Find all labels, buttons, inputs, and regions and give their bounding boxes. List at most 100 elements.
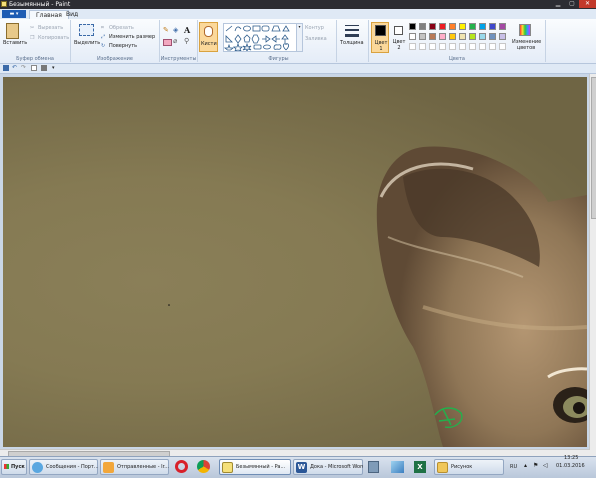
color-swatch[interactable]: [449, 23, 456, 30]
canvas-area[interactable]: [0, 74, 590, 449]
chrome-icon[interactable]: [197, 460, 210, 473]
calculator-icon[interactable]: [368, 461, 379, 473]
windows-logo-icon: [4, 464, 9, 469]
color-swatch[interactable]: [479, 23, 486, 30]
taskbar-item-label: Отправленные - Ir...: [117, 464, 169, 470]
size-button[interactable]: Толщина: [340, 40, 364, 46]
color-swatch[interactable]: [479, 33, 486, 40]
color1-button[interactable]: Цвет 1: [371, 22, 389, 53]
color-swatch[interactable]: [419, 33, 426, 40]
color-swatch[interactable]: [469, 33, 476, 40]
taskbar-item-paint[interactable]: Безымянный - Pa...: [219, 459, 291, 475]
flag-icon[interactable]: ⚑: [533, 462, 538, 469]
crop-icon: ⌗: [101, 25, 104, 31]
print-icon[interactable]: [41, 65, 47, 71]
color-swatch[interactable]: [499, 33, 506, 40]
star-four-shape-icon: [223, 43, 235, 51]
color-swatch[interactable]: [469, 23, 476, 30]
shapes-gallery[interactable]: [223, 23, 297, 52]
color-swatch[interactable]: [439, 23, 446, 30]
pencil-icon[interactable]: ✎: [163, 26, 169, 34]
file-menu-button[interactable]: ▬ ▾: [2, 10, 26, 18]
window-title: Безымянный - Paint: [9, 1, 71, 8]
arrow-up-shape-icon: [281, 34, 289, 43]
color-swatch[interactable]: [409, 23, 416, 30]
crop-button[interactable]: Обрезать: [109, 25, 134, 31]
volume-icon[interactable]: ◁: [543, 462, 548, 469]
color2-button[interactable]: Цвет 2: [391, 22, 407, 53]
size-line-2: [345, 29, 359, 31]
size-group: Толщина: [337, 20, 369, 62]
opera-icon[interactable]: [175, 460, 188, 473]
customize-qat-icon[interactable]: ▾: [52, 65, 58, 71]
custom-color-slot[interactable]: [419, 43, 426, 50]
color-swatch[interactable]: [459, 23, 466, 30]
taskbar-item-picture[interactable]: Рисунок: [434, 459, 504, 475]
cut-button[interactable]: Вырезать: [38, 25, 63, 31]
color-swatch[interactable]: [409, 33, 416, 40]
color-swatch[interactable]: [419, 23, 426, 30]
color-swatch[interactable]: [489, 23, 496, 30]
color-swatch[interactable]: [439, 33, 446, 40]
taskbar: Пуск Сообщения - Порт... Отправленные - …: [0, 455, 596, 478]
close-button[interactable]: ✕: [579, 0, 596, 8]
brushes-button[interactable]: Кисти: [199, 22, 218, 52]
magnifier-icon[interactable]: ⚲: [184, 37, 189, 45]
clock-date[interactable]: 01.03.2016: [556, 463, 585, 470]
redo-icon[interactable]: ↷: [21, 65, 27, 71]
text-tool-icon[interactable]: A: [184, 25, 190, 35]
new-file-icon[interactable]: [31, 65, 37, 71]
maximize-button[interactable]: ▢: [565, 0, 579, 8]
fill-bucket-icon[interactable]: ◈: [173, 26, 178, 34]
custom-color-slot[interactable]: [469, 43, 476, 50]
color-swatch[interactable]: [449, 33, 456, 40]
hexagon-shape-icon: [251, 34, 260, 44]
color-swatch[interactable]: [429, 33, 436, 40]
word-icon: W: [296, 462, 307, 473]
taskbar-item-messages[interactable]: Сообщения - Порт...: [29, 459, 98, 475]
taskbar-item-word[interactable]: W Дока - Microsoft Word: [293, 459, 363, 475]
language-indicator[interactable]: RU: [510, 460, 517, 474]
paste-button[interactable]: Вставить: [3, 40, 27, 46]
save-icon[interactable]: [3, 65, 9, 71]
custom-color-slot[interactable]: [459, 43, 466, 50]
custom-color-slot[interactable]: [499, 43, 506, 50]
custom-color-slot[interactable]: [409, 43, 416, 50]
custom-color-slot[interactable]: [429, 43, 436, 50]
tab-view[interactable]: Вид: [60, 10, 84, 19]
excel-icon[interactable]: X: [414, 461, 426, 473]
custom-color-slot[interactable]: [449, 43, 456, 50]
paint-app-icon: [1, 1, 7, 7]
tray-expand-icon[interactable]: ▴: [524, 462, 527, 469]
taskbar-item-sent[interactable]: Отправленные - Ir...: [100, 459, 169, 475]
screen-tool-icon[interactable]: [391, 461, 404, 473]
brushes-label: Кисти: [201, 41, 217, 47]
select-button[interactable]: Выделить: [74, 40, 100, 46]
custom-color-slot[interactable]: [439, 43, 446, 50]
vertical-scrollbar[interactable]: [589, 74, 596, 456]
color-swatch[interactable]: [459, 33, 466, 40]
copy-button[interactable]: Копировать: [38, 35, 69, 41]
clock-time[interactable]: 13:25: [564, 455, 578, 462]
color-swatch[interactable]: [429, 23, 436, 30]
cloud-callout-shape-icon: [273, 44, 282, 50]
rotate-button[interactable]: Повернуть: [109, 43, 137, 49]
vertical-scroll-thumb[interactable]: [591, 77, 596, 219]
undo-icon[interactable]: ↶: [12, 65, 18, 71]
drawing-canvas[interactable]: [3, 77, 587, 447]
start-button[interactable]: Пуск: [1, 459, 27, 475]
resize-button[interactable]: Изменить размер: [109, 34, 155, 40]
fill-button[interactable]: Заливка: [305, 36, 327, 42]
custom-color-slot[interactable]: [479, 43, 486, 50]
edit-colors-button[interactable]: Изменение цветов: [512, 39, 541, 51]
minimize-button[interactable]: ▁: [551, 0, 565, 8]
shapes-gallery-scroll[interactable]: ▾: [296, 23, 303, 52]
eraser-icon[interactable]: [163, 39, 172, 46]
shapes-gallery-icons: [223, 25, 290, 52]
color-swatch[interactable]: [489, 33, 496, 40]
color1-label: Цвет 1: [374, 40, 388, 52]
outline-button[interactable]: Контур: [305, 25, 324, 31]
color-swatch[interactable]: [499, 23, 506, 30]
custom-color-slot[interactable]: [489, 43, 496, 50]
color-picker-icon[interactable]: ⌀: [173, 37, 177, 45]
